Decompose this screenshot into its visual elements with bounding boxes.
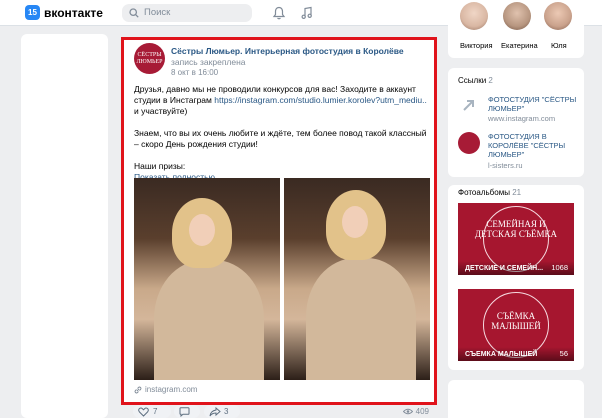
views-count: 409	[415, 407, 429, 416]
vk-logo-text[interactable]: вконтакте	[44, 6, 103, 20]
albums-title: Фотоальбомы	[458, 188, 510, 197]
post-text-intro-end: и участвуйте)	[134, 106, 188, 116]
link-url: www.instagram.com	[488, 114, 556, 123]
share-button[interactable]: 3	[204, 405, 240, 418]
bell-icon[interactable]	[272, 6, 286, 20]
links-count: 2	[488, 76, 493, 85]
comment-icon	[179, 407, 190, 417]
links-title: Ссылки	[458, 76, 487, 85]
album-caption: ДЕТСКИЕ И СЕМЕЙН...	[465, 265, 544, 272]
album-caption: СЪЕМКА МАЛЫШЕЙ	[465, 351, 538, 358]
share-count: 3	[224, 407, 229, 416]
avatar-label: СЁСТРЫ ЛЮМЬЕР	[136, 52, 163, 65]
right-column-card	[448, 380, 584, 418]
friend-avatar[interactable]	[544, 2, 572, 30]
post-photo-2[interactable]	[284, 178, 430, 380]
link-title[interactable]: ФОТОСТУДИЯ "СЁСТРЫ ЛЮМЬЕР"	[488, 95, 578, 113]
community-avatar[interactable]: СЁСТРЫ ЛЮМЬЕР	[134, 43, 165, 74]
post-text-para3: Наши призы:	[134, 161, 186, 171]
eye-icon	[402, 409, 413, 415]
album-cover-text: СЕМЕЙНАЯ И ДЕТСКАЯ СЪЁМКА	[474, 219, 558, 239]
friend-avatar[interactable]	[503, 2, 531, 30]
link-icon	[134, 386, 142, 394]
album-count: 1068	[551, 263, 568, 272]
post-date[interactable]: 8 окт в 16:00	[171, 68, 218, 77]
friend-name[interactable]: Екатерина	[501, 41, 538, 50]
friend-name[interactable]: Юля	[551, 41, 567, 50]
albums-count: 21	[512, 188, 522, 197]
post-text-para2: Знаем, что вы их очень любите и ждёте, т…	[134, 128, 427, 149]
like-button[interactable]: 7	[133, 405, 171, 418]
post-actions: 7 3 409	[121, 405, 437, 418]
post-source-text: instagram.com	[145, 385, 198, 394]
albums-header[interactable]: Фотоальбомы 21	[458, 188, 521, 197]
instagram-link[interactable]: https://instagram.com/studio.lumier.koro…	[214, 95, 427, 105]
album-card[interactable]: СЕМЕЙНАЯ И ДЕТСКАЯ СЪЁМКА ДЕТСКИЕ И СЕМЕ…	[458, 203, 574, 275]
post-header: Сёстры Люмьер. Интерьерная фотостудия в …	[171, 46, 426, 68]
album-card[interactable]: СЪЁМКА МАЛЫШЕЙ СЪЕМКА МАЛЫШЕЙ 56	[458, 289, 574, 361]
heart-icon	[138, 407, 149, 417]
post-photo-1[interactable]	[134, 178, 280, 380]
album-count: 56	[559, 349, 568, 358]
link-logo-icon[interactable]	[458, 132, 480, 154]
left-column	[21, 34, 108, 418]
search-placeholder: Поиск	[144, 7, 171, 18]
share-icon	[209, 407, 221, 417]
post-source[interactable]: instagram.com	[134, 385, 197, 394]
friends-block: Виктория Екатерина Юля	[448, 0, 584, 58]
link-title[interactable]: ФОТОСТУДИЯ В КОРОЛЁВЕ "СЁСТРЫ ЛЮМЬЕР"	[488, 132, 578, 159]
friend-name[interactable]: Виктория	[460, 41, 493, 50]
friend-avatar[interactable]	[460, 2, 488, 30]
vk-logo-badge[interactable]: 15	[25, 5, 40, 20]
post-text: Друзья, давно мы не проводили конкурсов …	[134, 84, 430, 183]
search-input[interactable]: Поиск	[122, 4, 252, 22]
links-block: Ссылки 2 ФОТОСТУДИЯ "СЁСТРЫ ЛЮМЬЕР" www.…	[448, 68, 584, 177]
album-cover-text: СЪЁМКА МАЛЫШЕЙ	[491, 311, 541, 331]
pinned-status: запись закреплена	[171, 57, 246, 67]
link-url: l-sisters.ru	[488, 161, 523, 170]
comment-button[interactable]	[174, 405, 200, 418]
links-header[interactable]: Ссылки 2	[458, 76, 493, 85]
views-counter: 409	[402, 405, 429, 418]
music-icon[interactable]	[300, 6, 314, 20]
search-icon	[129, 8, 139, 18]
like-count: 7	[153, 407, 158, 416]
link-arrow-icon[interactable]	[458, 94, 480, 116]
post-author-link[interactable]: Сёстры Люмьер. Интерьерная фотостудия в …	[171, 46, 404, 56]
photo-albums-block: Фотоальбомы 21 СЕМЕЙНАЯ И ДЕТСКАЯ СЪЁМКА…	[448, 185, 584, 370]
